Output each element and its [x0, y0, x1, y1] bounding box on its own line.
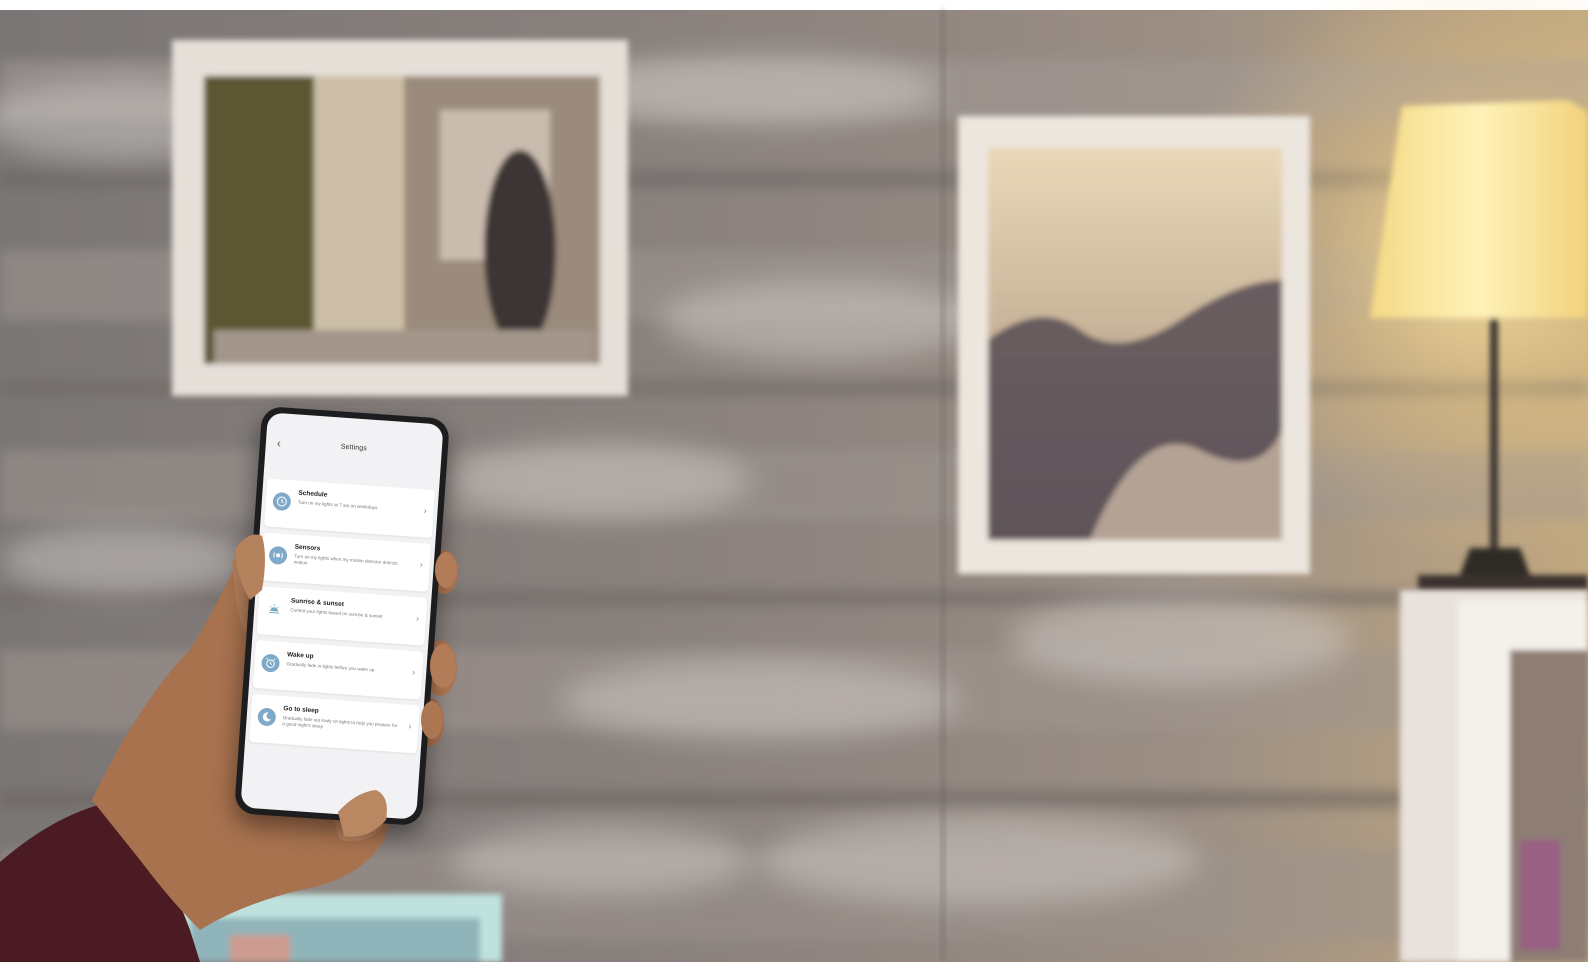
settings-item-title: Go to sleep	[283, 705, 319, 715]
settings-item-sensors[interactable]: Sensors Turn on my lights when my motion…	[260, 532, 432, 592]
chevron-right-icon: ›	[423, 505, 427, 516]
chevron-right-icon: ›	[411, 667, 416, 678]
phone-screen: ‹ Settings Schedule Turn on my lights at…	[240, 412, 444, 820]
settings-item-wake-up[interactable]: Wake up Gradually fade in lights before …	[252, 640, 424, 700]
sunrise-icon	[265, 600, 284, 619]
chevron-right-icon: ›	[419, 559, 424, 570]
settings-item-schedule[interactable]: Schedule Turn on my lights at 7 am on we…	[264, 478, 436, 539]
settings-item-go-to-sleep[interactable]: Go to sleep Gradually fade out lowly on …	[248, 693, 420, 754]
settings-item-description: Control your lights based on sunrise & s…	[290, 607, 383, 619]
settings-item-description: Turn on my lights at 7 am on weekdays	[297, 499, 378, 511]
page-title: Settings	[340, 443, 368, 453]
settings-item-title: Schedule	[298, 489, 328, 499]
app-header: ‹ Settings	[264, 412, 443, 476]
settings-item-title: Sunrise & sunset	[290, 597, 345, 609]
room-background	[0, 0, 1588, 962]
settings-item-title: Wake up	[286, 651, 314, 661]
smartphone: ‹ Settings Schedule Turn on my lights at…	[233, 405, 451, 827]
settings-item-description: Turn on my lights when my motion detecto…	[293, 553, 398, 566]
settings-item-title: Sensors	[294, 543, 321, 553]
settings-list: Schedule Turn on my lights at 7 am on we…	[248, 478, 436, 759]
photo-scene: ‹ Settings Schedule Turn on my lights at…	[0, 0, 1588, 962]
chevron-right-icon: ›	[415, 613, 420, 624]
settings-item-description: Gradually fade in lights before you wake…	[286, 661, 375, 673]
settings-item-description: Gradually fade out lowly on lights to he…	[282, 715, 398, 729]
moon-icon	[257, 707, 277, 727]
clock-icon	[272, 491, 292, 512]
settings-item-sunrise-sunset[interactable]: Sunrise & sunset Control your lights bas…	[256, 586, 428, 646]
sensor-icon	[268, 545, 288, 565]
alarm-clock-icon	[260, 653, 281, 673]
chevron-right-icon: ›	[408, 720, 412, 732]
